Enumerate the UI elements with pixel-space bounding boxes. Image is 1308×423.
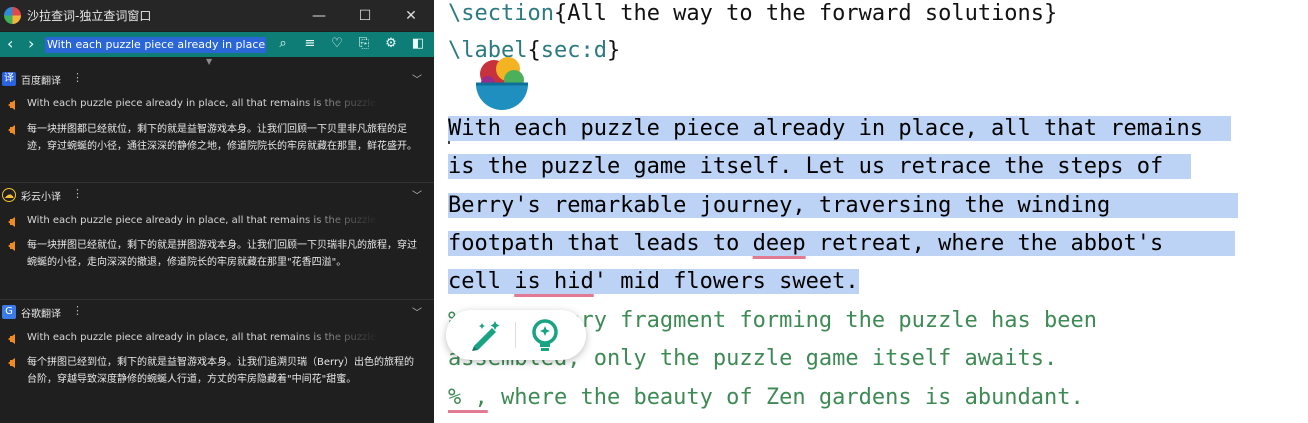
pin-icon[interactable]: ◧ [408, 35, 428, 53]
translation-text: 每一块拼图已经就位，剩下的就是拼图游戏本身。让我们回顾一下贝瑞非凡的旅程，穿过蜿… [27, 240, 417, 268]
selected-text: is the puzzle game itself. Let us retrac… [448, 154, 1164, 179]
collapse-chevron-icon[interactable]: ▼ [206, 57, 212, 66]
window-title: 沙拉查词-独立查词窗口 [27, 9, 152, 23]
history-icon[interactable]: ⎘ [354, 35, 374, 53]
speaker-icon[interactable] [8, 217, 15, 227]
favorite-icon[interactable]: ♡ [327, 35, 347, 53]
dict-header-baidu[interactable]: 译 百度翻译 ⋮ ﹀ [0, 69, 434, 89]
search-icon[interactable]: ⌕ [273, 35, 293, 53]
google-translate-icon: G [2, 305, 16, 319]
open-brace: { [553, 1, 568, 26]
caiyun-translate-icon: ☁ [2, 188, 16, 202]
source-text: With each puzzle piece already in place,… [27, 332, 379, 343]
more-options-icon[interactable]: ⋮ [72, 304, 83, 317]
speaker-icon[interactable] [8, 334, 15, 344]
spell-error-is-hid[interactable]: is hid [514, 269, 594, 294]
translation-text: 每个拼图已经到位，剩下的就是益智游戏本身。让我们追溯贝瑞（Berry）出色的旅程… [27, 357, 414, 385]
comment-line[interactable]: % , where the beauty of Zen gardens is a… [448, 379, 1084, 417]
chevron-down-icon[interactable]: ﹀ [412, 187, 422, 202]
selected-text: footpath that leads to [448, 231, 753, 256]
selected-line[interactable]: footpath that leads to deep retreat, whe… [448, 225, 1236, 263]
divider [515, 322, 516, 348]
section-command: \section [448, 1, 554, 26]
settings-icon[interactable]: ⚙ [381, 35, 401, 53]
label-key: sec:d [540, 38, 607, 63]
maximize-button[interactable]: ☐ [342, 0, 388, 31]
dict-name: 彩云小译 [21, 192, 61, 203]
writing-assistant-toolbar [446, 310, 586, 360]
magic-pen-icon[interactable] [468, 318, 502, 352]
spell-error-deep[interactable]: deep [752, 231, 806, 256]
speaker-icon[interactable] [8, 125, 15, 135]
dict-name: 谷歌翻译 [21, 309, 61, 320]
back-icon[interactable]: ‹ [7, 36, 13, 52]
dict-header-google[interactable]: G 谷歌翻译 ⋮ ﹀ [0, 302, 434, 322]
salad-bowl-icon[interactable] [474, 54, 530, 112]
translator-window: 沙拉查词-独立查词窗口 — ☐ ✕ ‹ › With each puzzle p… [0, 0, 434, 423]
selected-text: With each puzzle piece already in place,… [448, 116, 1203, 141]
section-line[interactable]: \section{All the way to the forward solu… [448, 0, 1057, 33]
latex-editor[interactable]: \section{All the way to the forward solu… [434, 0, 1308, 423]
chevron-down-icon[interactable]: ﹀ [412, 71, 422, 86]
minimize-button[interactable]: — [296, 0, 342, 31]
close-brace: } [606, 38, 621, 63]
spell-error-comment[interactable]: % , [448, 385, 488, 410]
selected-line[interactable]: With each puzzle piece already in place,… [448, 110, 1231, 148]
selected-text: Berry's remarkable journey, traversing t… [448, 193, 1111, 218]
selected-text: cell [448, 269, 515, 294]
selected-line[interactable]: cell is hid' mid flowers sweet. [448, 263, 859, 301]
title-bar: 沙拉查词-独立查词窗口 — ☐ ✕ [0, 0, 434, 31]
source-text: With each puzzle piece already in place,… [27, 98, 379, 109]
selected-line[interactable]: is the puzzle game itself. Let us retrac… [448, 148, 1192, 186]
close-brace: } [1044, 1, 1058, 26]
menu-icon[interactable]: ≡ [300, 35, 320, 53]
selected-line[interactable]: Berry's remarkable journey, traversing t… [448, 187, 1239, 225]
source-text: With each puzzle piece already in place,… [27, 215, 379, 226]
speaker-icon[interactable] [8, 100, 15, 110]
divider [0, 299, 434, 300]
translation-text: 每一块拼图都已经就位，剩下的就是益智游戏本身。让我们回顾一下贝里非凡旅程的足迹，… [27, 124, 417, 152]
more-options-icon[interactable]: ⋮ [72, 71, 83, 84]
comment-text: where the beauty of Zen gardens is abund… [487, 385, 1084, 410]
search-input[interactable]: With each puzzle piece already in place,… [45, 37, 266, 53]
search-bar: ‹ › With each puzzle piece already in pl… [0, 32, 434, 57]
dict-header-caiyun[interactable]: ☁ 彩云小译 ⋮ ﹀ [0, 185, 434, 205]
chevron-down-icon[interactable]: ﹀ [412, 304, 422, 319]
more-options-icon[interactable]: ⋮ [72, 187, 83, 200]
close-button[interactable]: ✕ [388, 0, 434, 31]
selected-text: ' mid flowers sweet. [593, 269, 859, 294]
selected-text: retreat, where the abbot's [805, 231, 1164, 256]
forward-icon[interactable]: › [28, 36, 34, 52]
section-title: All the way to the forward solutions [567, 1, 1045, 26]
lightbulb-icon[interactable] [528, 318, 562, 352]
divider [0, 182, 434, 183]
speaker-icon[interactable] [8, 358, 15, 368]
speaker-icon[interactable] [8, 241, 15, 251]
app-logo-icon [4, 7, 21, 24]
baidu-translate-icon: 译 [2, 72, 16, 86]
dict-name: 百度翻译 [21, 76, 61, 87]
